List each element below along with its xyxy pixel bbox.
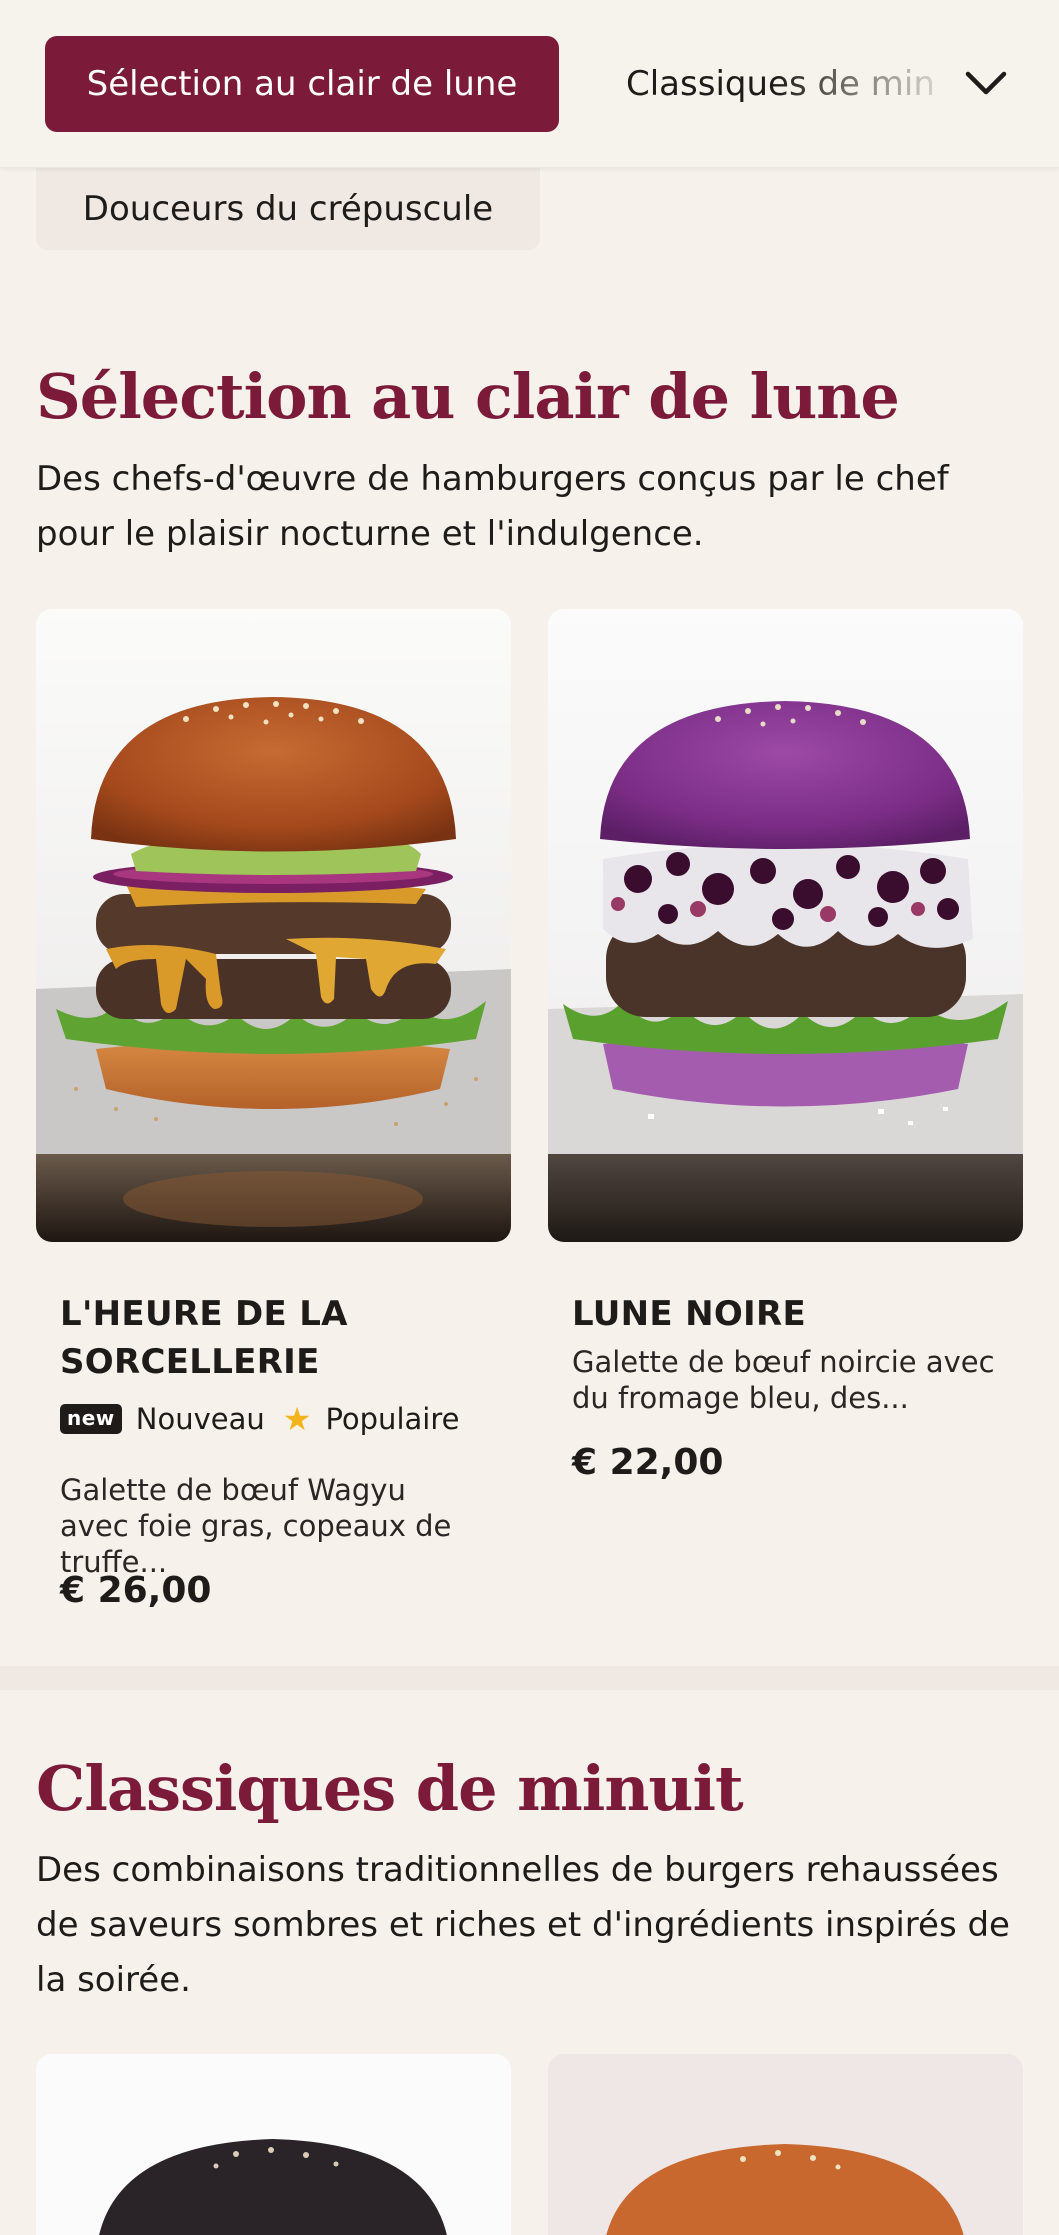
item-name[interactable]: L'HEURE DE LA SORCELLERIE — [60, 1290, 490, 1386]
category-nav: Sélection au clair de lune Classiques de… — [0, 0, 1059, 168]
item-price: € 22,00 — [572, 1442, 724, 1483]
burger-image-black-moon[interactable] — [548, 609, 1023, 1242]
section-title: Classiques de minuit — [36, 1752, 744, 1825]
category-tab-active[interactable]: Sélection au clair de lune — [45, 36, 559, 132]
section-description: Des chefs-d'œuvre de hamburgers conçus p… — [36, 459, 949, 554]
chevron-down-icon[interactable] — [958, 58, 1014, 108]
popular-badge-label: Populaire — [325, 1402, 460, 1436]
section-title: Sélection au clair de lune — [36, 360, 900, 433]
star-icon: ★ — [282, 1400, 312, 1438]
item-name[interactable]: LUNE NOIRE — [572, 1290, 1002, 1338]
new-badge-label: Nouveau — [135, 1402, 265, 1436]
burger-image-witching-hour[interactable] — [36, 609, 511, 1242]
item-badges: new Nouveau ★ Populaire — [60, 1400, 459, 1438]
item-description: Galette de bœuf noircie avec du fromage … — [572, 1345, 995, 1415]
item-price: € 26,00 — [60, 1570, 212, 1611]
burger-image-classic-1[interactable] — [36, 2054, 511, 2235]
burger-image-classic-2[interactable] — [548, 2054, 1023, 2235]
new-badge: new — [60, 1404, 122, 1434]
item-description: Galette de bœuf Wagyu avec foie gras, co… — [60, 1473, 452, 1579]
section-divider — [0, 1666, 1059, 1690]
section-description: Des combinaisons traditionnelles de burg… — [36, 1850, 1010, 2000]
category-tab-next[interactable]: Classiques de minuit — [626, 36, 936, 132]
